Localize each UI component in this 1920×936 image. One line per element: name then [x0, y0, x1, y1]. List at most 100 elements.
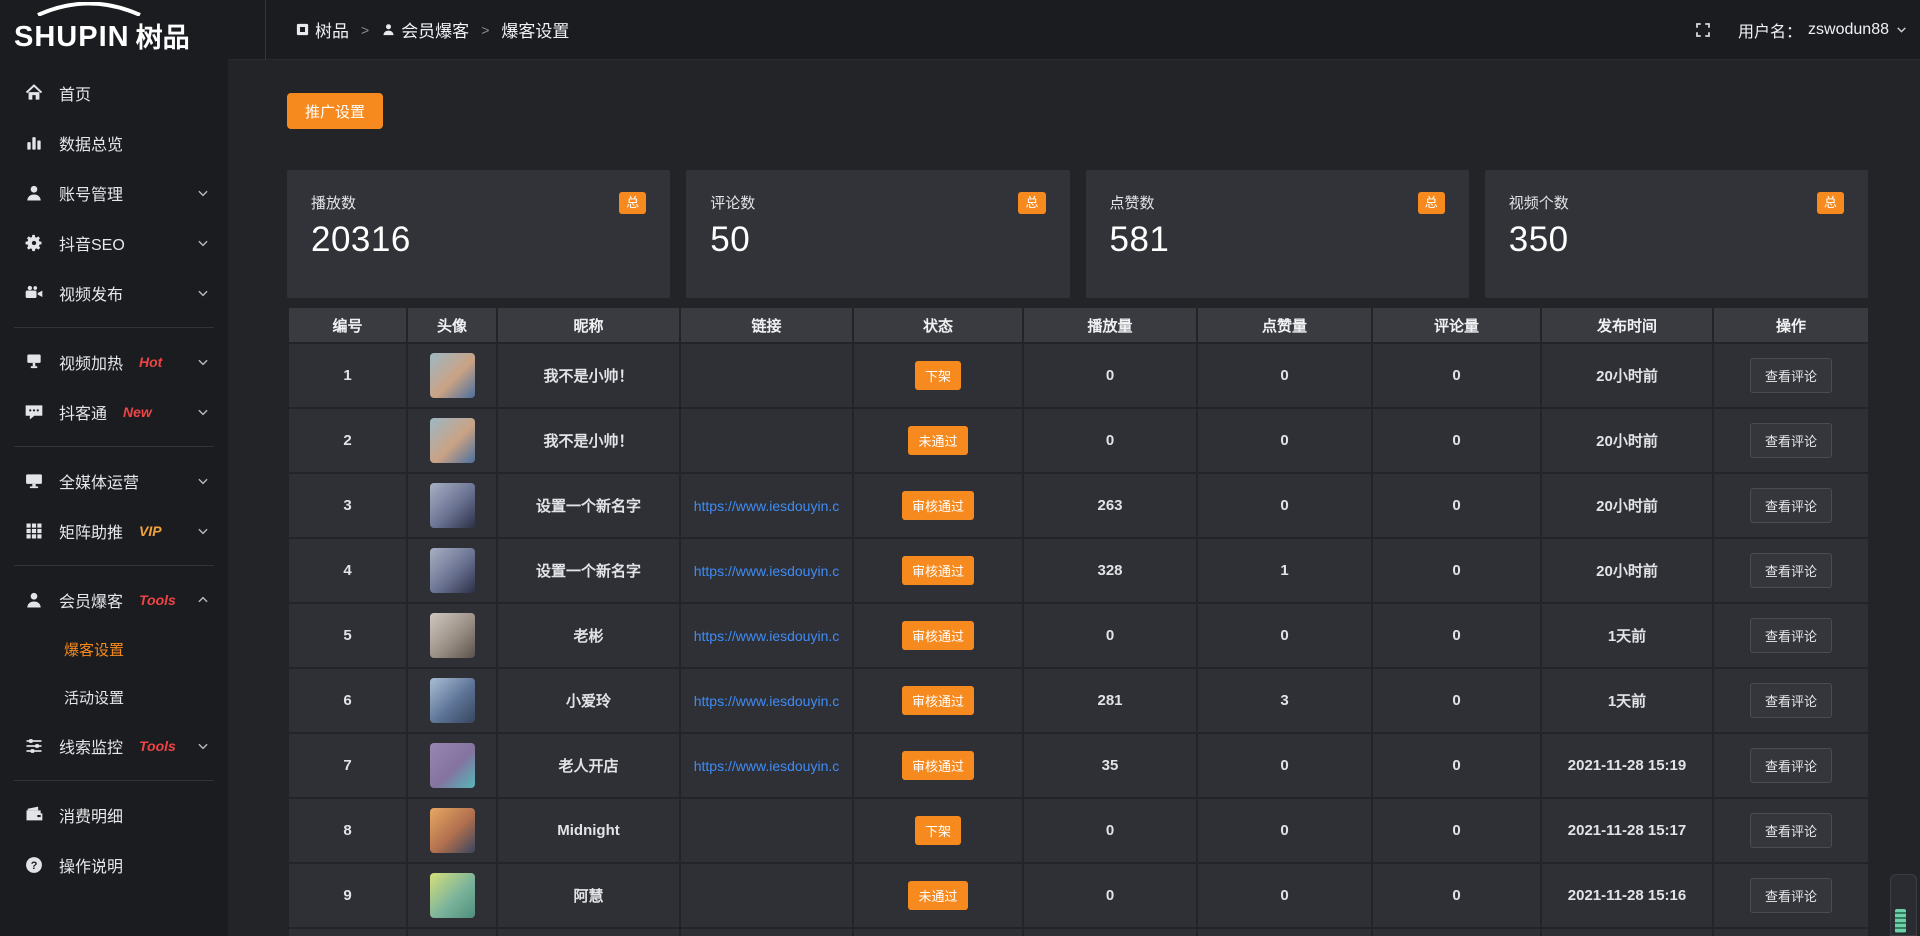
cell-likes: 0: [1197, 798, 1372, 863]
cell-time: 2021-11-28 15:19: [1541, 733, 1713, 798]
avatar: [430, 743, 475, 788]
help-icon: ?: [24, 855, 44, 875]
column-header: 发布时间: [1541, 307, 1713, 343]
sidebar-item-0[interactable]: 首页: [0, 68, 228, 118]
cell-action: 查看评论: [1713, 863, 1869, 928]
sidebar-item-3[interactable]: 抖音SEO: [0, 218, 228, 268]
logo-arc-icon: [34, 2, 144, 16]
video-link[interactable]: https://www.iesdouyin.c: [681, 628, 852, 644]
cell-avatar: [407, 538, 497, 603]
cell-comments: 0: [1372, 603, 1541, 668]
table-row: [288, 928, 1869, 936]
cell-avatar: [407, 603, 497, 668]
sidebar-item-label: 抖音SEO: [59, 231, 125, 255]
table-body: 1 我不是小帅！ 下架 0 0 0 20小时前 查看评论 2 我不是小帅！ 未通…: [288, 343, 1869, 936]
sidebar-badge: VIP: [139, 523, 162, 539]
comment-icon: [24, 402, 44, 422]
sidebar-item-2[interactable]: 账号管理: [0, 168, 228, 218]
brand-logo[interactable]: SHUPIN 树品: [0, 0, 228, 58]
sidebar-item-label: 视频加热: [59, 350, 123, 374]
promotion-settings-button[interactable]: 推广设置: [287, 93, 383, 129]
floating-widget[interactable]: [1890, 874, 1917, 936]
cell-status: 下架: [853, 798, 1023, 863]
sidebar-item-11[interactable]: 消费明细: [0, 790, 228, 840]
video-link[interactable]: https://www.iesdouyin.c: [681, 498, 852, 514]
svg-text:?: ?: [31, 860, 38, 872]
column-header: 编号: [288, 307, 407, 343]
view-comments-button[interactable]: 查看评论: [1750, 553, 1832, 588]
stat-label: 视频个数: [1509, 192, 1569, 213]
sidebar-menu: 首页 数据总览 账号管理 抖音SEO 视频发布 视频加热 Hot 抖客通 New: [0, 58, 228, 890]
video-link[interactable]: https://www.iesdouyin.c: [681, 758, 852, 774]
table-row: 3 设置一个新名字 https://www.iesdouyin.c 审核通过 2…: [288, 473, 1869, 538]
breadcrumb-item-0[interactable]: 树品: [295, 17, 349, 42]
sidebar-divider: [14, 446, 214, 447]
cell-link: [680, 343, 853, 408]
sidebar-item-12[interactable]: ? 操作说明: [0, 840, 228, 890]
sidebar-item-8[interactable]: 矩阵助推 VIP: [0, 506, 228, 556]
stat-value: 350: [1509, 220, 1844, 260]
content-column: 树品>会员爆客>爆客设置 用户名：zswodun88 推广设置 播放数 总 20…: [228, 0, 1920, 936]
cell-link: https://www.iesdouyin.c: [680, 603, 853, 668]
cell-status: 审核通过: [853, 538, 1023, 603]
view-comments-button[interactable]: 查看评论: [1750, 618, 1832, 653]
view-comments-button[interactable]: 查看评论: [1750, 358, 1832, 393]
cell-comments: 0: [1372, 798, 1541, 863]
column-header: 链接: [680, 307, 853, 343]
column-header: 昵称: [497, 307, 680, 343]
view-comments-button[interactable]: 查看评论: [1750, 683, 1832, 718]
sidebar-subitem-label: 爆客设置: [64, 639, 124, 660]
stat-label: 评论数: [710, 192, 755, 213]
status-badge: 下架: [915, 361, 961, 390]
sidebar-item-label: 视频发布: [59, 281, 123, 305]
sidebar-item-4[interactable]: 视频发布: [0, 268, 228, 318]
cell-plays: 0: [1023, 798, 1197, 863]
gear-icon: [24, 233, 44, 253]
sidebar-subitem-活动设置[interactable]: 活动设置: [0, 673, 228, 721]
sidebar-item-label: 矩阵助推: [59, 519, 123, 543]
video-link[interactable]: https://www.iesdouyin.c: [681, 563, 852, 579]
sliders-icon: [24, 736, 44, 756]
cell-id: 1: [288, 343, 407, 408]
column-header: 评论量: [1372, 307, 1541, 343]
cell-comments: 0: [1372, 733, 1541, 798]
view-comments-button[interactable]: 查看评论: [1750, 488, 1832, 523]
column-header: 播放量: [1023, 307, 1197, 343]
status-badge: 审核通过: [902, 686, 974, 715]
cell-id: 4: [288, 538, 407, 603]
member-icon: [24, 590, 44, 610]
breadcrumb-item-1[interactable]: 会员爆客: [381, 17, 469, 42]
cell-action: 查看评论: [1713, 668, 1869, 733]
chevron-down-icon: [196, 739, 210, 753]
cell-comments: [1372, 928, 1541, 936]
status-badge: 未通过: [908, 881, 967, 910]
person-icon: [381, 22, 396, 37]
sidebar-item-9[interactable]: 会员爆客 Tools: [0, 575, 228, 625]
cell-likes: 0: [1197, 733, 1372, 798]
sidebar-subitem-爆客设置[interactable]: 爆客设置: [0, 625, 228, 673]
video-link[interactable]: https://www.iesdouyin.c: [681, 693, 852, 709]
topbar: 树品>会员爆客>爆客设置 用户名：zswodun88: [228, 0, 1920, 60]
sidebar-item-label: 消费明细: [59, 803, 123, 827]
stat-total-badge: 总: [1418, 192, 1445, 214]
fullscreen-icon[interactable]: [1694, 21, 1712, 39]
monitor-icon: [24, 471, 44, 491]
status-badge: 下架: [915, 816, 961, 845]
view-comments-button[interactable]: 查看评论: [1750, 813, 1832, 848]
sidebar-item-7[interactable]: 全媒体运营: [0, 456, 228, 506]
sidebar-submenu: 爆客设置活动设置: [0, 625, 228, 721]
cell-status: 审核通过: [853, 603, 1023, 668]
sidebar-item-label: 账号管理: [59, 181, 123, 205]
sidebar-item-5[interactable]: 视频加热 Hot: [0, 337, 228, 387]
view-comments-button[interactable]: 查看评论: [1750, 748, 1832, 783]
sidebar-item-6[interactable]: 抖客通 New: [0, 387, 228, 437]
sidebar-item-10[interactable]: 线索监控 Tools: [0, 721, 228, 771]
view-comments-button[interactable]: 查看评论: [1750, 878, 1832, 913]
sidebar-item-1[interactable]: 数据总览: [0, 118, 228, 168]
stat-value: 581: [1110, 220, 1445, 260]
chevron-down-icon: [196, 286, 210, 300]
user-menu[interactable]: 用户名：zswodun88: [1738, 18, 1908, 42]
breadcrumb-item-2[interactable]: 爆客设置: [501, 17, 569, 42]
view-comments-button[interactable]: 查看评论: [1750, 423, 1832, 458]
cell-plays: 0: [1023, 603, 1197, 668]
